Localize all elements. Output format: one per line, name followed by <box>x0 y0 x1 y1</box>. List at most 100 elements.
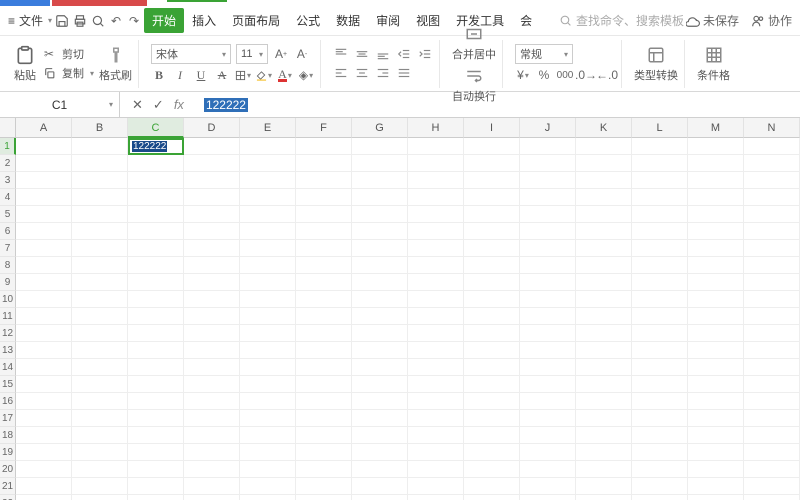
cell[interactable] <box>464 189 520 206</box>
cell[interactable] <box>184 359 240 376</box>
col-header-F[interactable]: F <box>296 118 352 138</box>
cell[interactable] <box>520 240 576 257</box>
cell[interactable] <box>520 342 576 359</box>
cell[interactable] <box>72 274 128 291</box>
cell[interactable] <box>464 308 520 325</box>
cell[interactable] <box>408 342 464 359</box>
cell[interactable] <box>688 495 744 500</box>
col-header-I[interactable]: I <box>464 118 520 138</box>
cell[interactable] <box>744 461 800 478</box>
cell[interactable] <box>744 393 800 410</box>
col-header-K[interactable]: K <box>576 118 632 138</box>
cell[interactable] <box>72 240 128 257</box>
cell[interactable] <box>72 478 128 495</box>
cell[interactable] <box>72 257 128 274</box>
cell[interactable] <box>576 206 632 223</box>
cell[interactable] <box>520 376 576 393</box>
cell[interactable] <box>296 495 352 500</box>
strikethrough-button[interactable]: A <box>214 67 230 83</box>
cell[interactable] <box>72 359 128 376</box>
cell[interactable] <box>240 172 296 189</box>
cell[interactable] <box>408 206 464 223</box>
cell[interactable] <box>408 410 464 427</box>
cell[interactable] <box>520 478 576 495</box>
cell[interactable] <box>744 257 800 274</box>
cell[interactable] <box>688 393 744 410</box>
cell[interactable] <box>464 359 520 376</box>
increase-indent-icon[interactable] <box>417 46 433 62</box>
menu-item-1[interactable]: 插入 <box>184 8 224 33</box>
cell[interactable] <box>16 240 72 257</box>
cell[interactable] <box>184 240 240 257</box>
cell[interactable] <box>184 376 240 393</box>
cell[interactable] <box>744 410 800 427</box>
cell[interactable] <box>352 189 408 206</box>
copy-button[interactable]: 复制 ▾ <box>41 65 94 81</box>
cell[interactable] <box>464 393 520 410</box>
cell[interactable] <box>632 325 688 342</box>
cell[interactable] <box>128 461 184 478</box>
cell[interactable] <box>408 274 464 291</box>
cell[interactable] <box>184 393 240 410</box>
cell[interactable] <box>240 206 296 223</box>
cell[interactable] <box>688 478 744 495</box>
cell[interactable] <box>688 325 744 342</box>
cell[interactable] <box>464 495 520 500</box>
cell[interactable] <box>464 444 520 461</box>
currency-icon[interactable]: ¥▾ <box>515 67 531 83</box>
cell[interactable] <box>128 444 184 461</box>
cell[interactable] <box>16 172 72 189</box>
cell[interactable] <box>184 308 240 325</box>
row-header-6[interactable]: 6 <box>0 223 16 240</box>
preview-icon[interactable] <box>90 13 106 29</box>
cell[interactable] <box>240 223 296 240</box>
align-top-icon[interactable] <box>333 46 349 62</box>
row-header-17[interactable]: 17 <box>0 410 16 427</box>
cell[interactable] <box>240 240 296 257</box>
row-header-21[interactable]: 21 <box>0 478 16 495</box>
row-header-7[interactable]: 7 <box>0 240 16 257</box>
cell[interactable] <box>240 461 296 478</box>
comma-icon[interactable]: 000 <box>557 67 573 83</box>
cell[interactable] <box>464 223 520 240</box>
cell[interactable] <box>240 376 296 393</box>
cell[interactable] <box>688 155 744 172</box>
row-header-15[interactable]: 15 <box>0 376 16 393</box>
cell[interactable] <box>16 427 72 444</box>
cell[interactable] <box>408 325 464 342</box>
cell[interactable] <box>352 274 408 291</box>
cell[interactable] <box>240 444 296 461</box>
cell[interactable] <box>408 308 464 325</box>
cell[interactable] <box>240 138 296 155</box>
cell[interactable] <box>688 359 744 376</box>
cell[interactable] <box>576 223 632 240</box>
cell[interactable] <box>128 410 184 427</box>
phonetic-guide-button[interactable]: ◈▾ <box>298 67 314 83</box>
justify-icon[interactable] <box>396 65 412 81</box>
cell[interactable] <box>632 240 688 257</box>
col-header-M[interactable]: M <box>688 118 744 138</box>
cell[interactable] <box>408 223 464 240</box>
fx-icon[interactable]: fx <box>174 97 184 112</box>
align-left-icon[interactable] <box>333 65 349 81</box>
cell[interactable] <box>296 257 352 274</box>
cell[interactable] <box>576 444 632 461</box>
decrease-indent-icon[interactable] <box>396 46 412 62</box>
cell[interactable] <box>576 291 632 308</box>
cell[interactable] <box>352 325 408 342</box>
format-painter-button[interactable]: 格式刷 <box>99 44 132 83</box>
increase-decimal-icon[interactable]: .0→ <box>578 67 594 83</box>
cell[interactable] <box>520 223 576 240</box>
menu-item-8[interactable]: 会 <box>512 8 540 33</box>
cell[interactable] <box>72 172 128 189</box>
cell[interactable] <box>408 359 464 376</box>
cell[interactable] <box>72 342 128 359</box>
row-header-20[interactable]: 20 <box>0 461 16 478</box>
save-icon[interactable] <box>54 13 70 29</box>
cell[interactable] <box>240 155 296 172</box>
cell[interactable] <box>296 206 352 223</box>
cell[interactable] <box>16 155 72 172</box>
cell[interactable] <box>744 155 800 172</box>
cell[interactable] <box>632 393 688 410</box>
cell[interactable] <box>352 342 408 359</box>
